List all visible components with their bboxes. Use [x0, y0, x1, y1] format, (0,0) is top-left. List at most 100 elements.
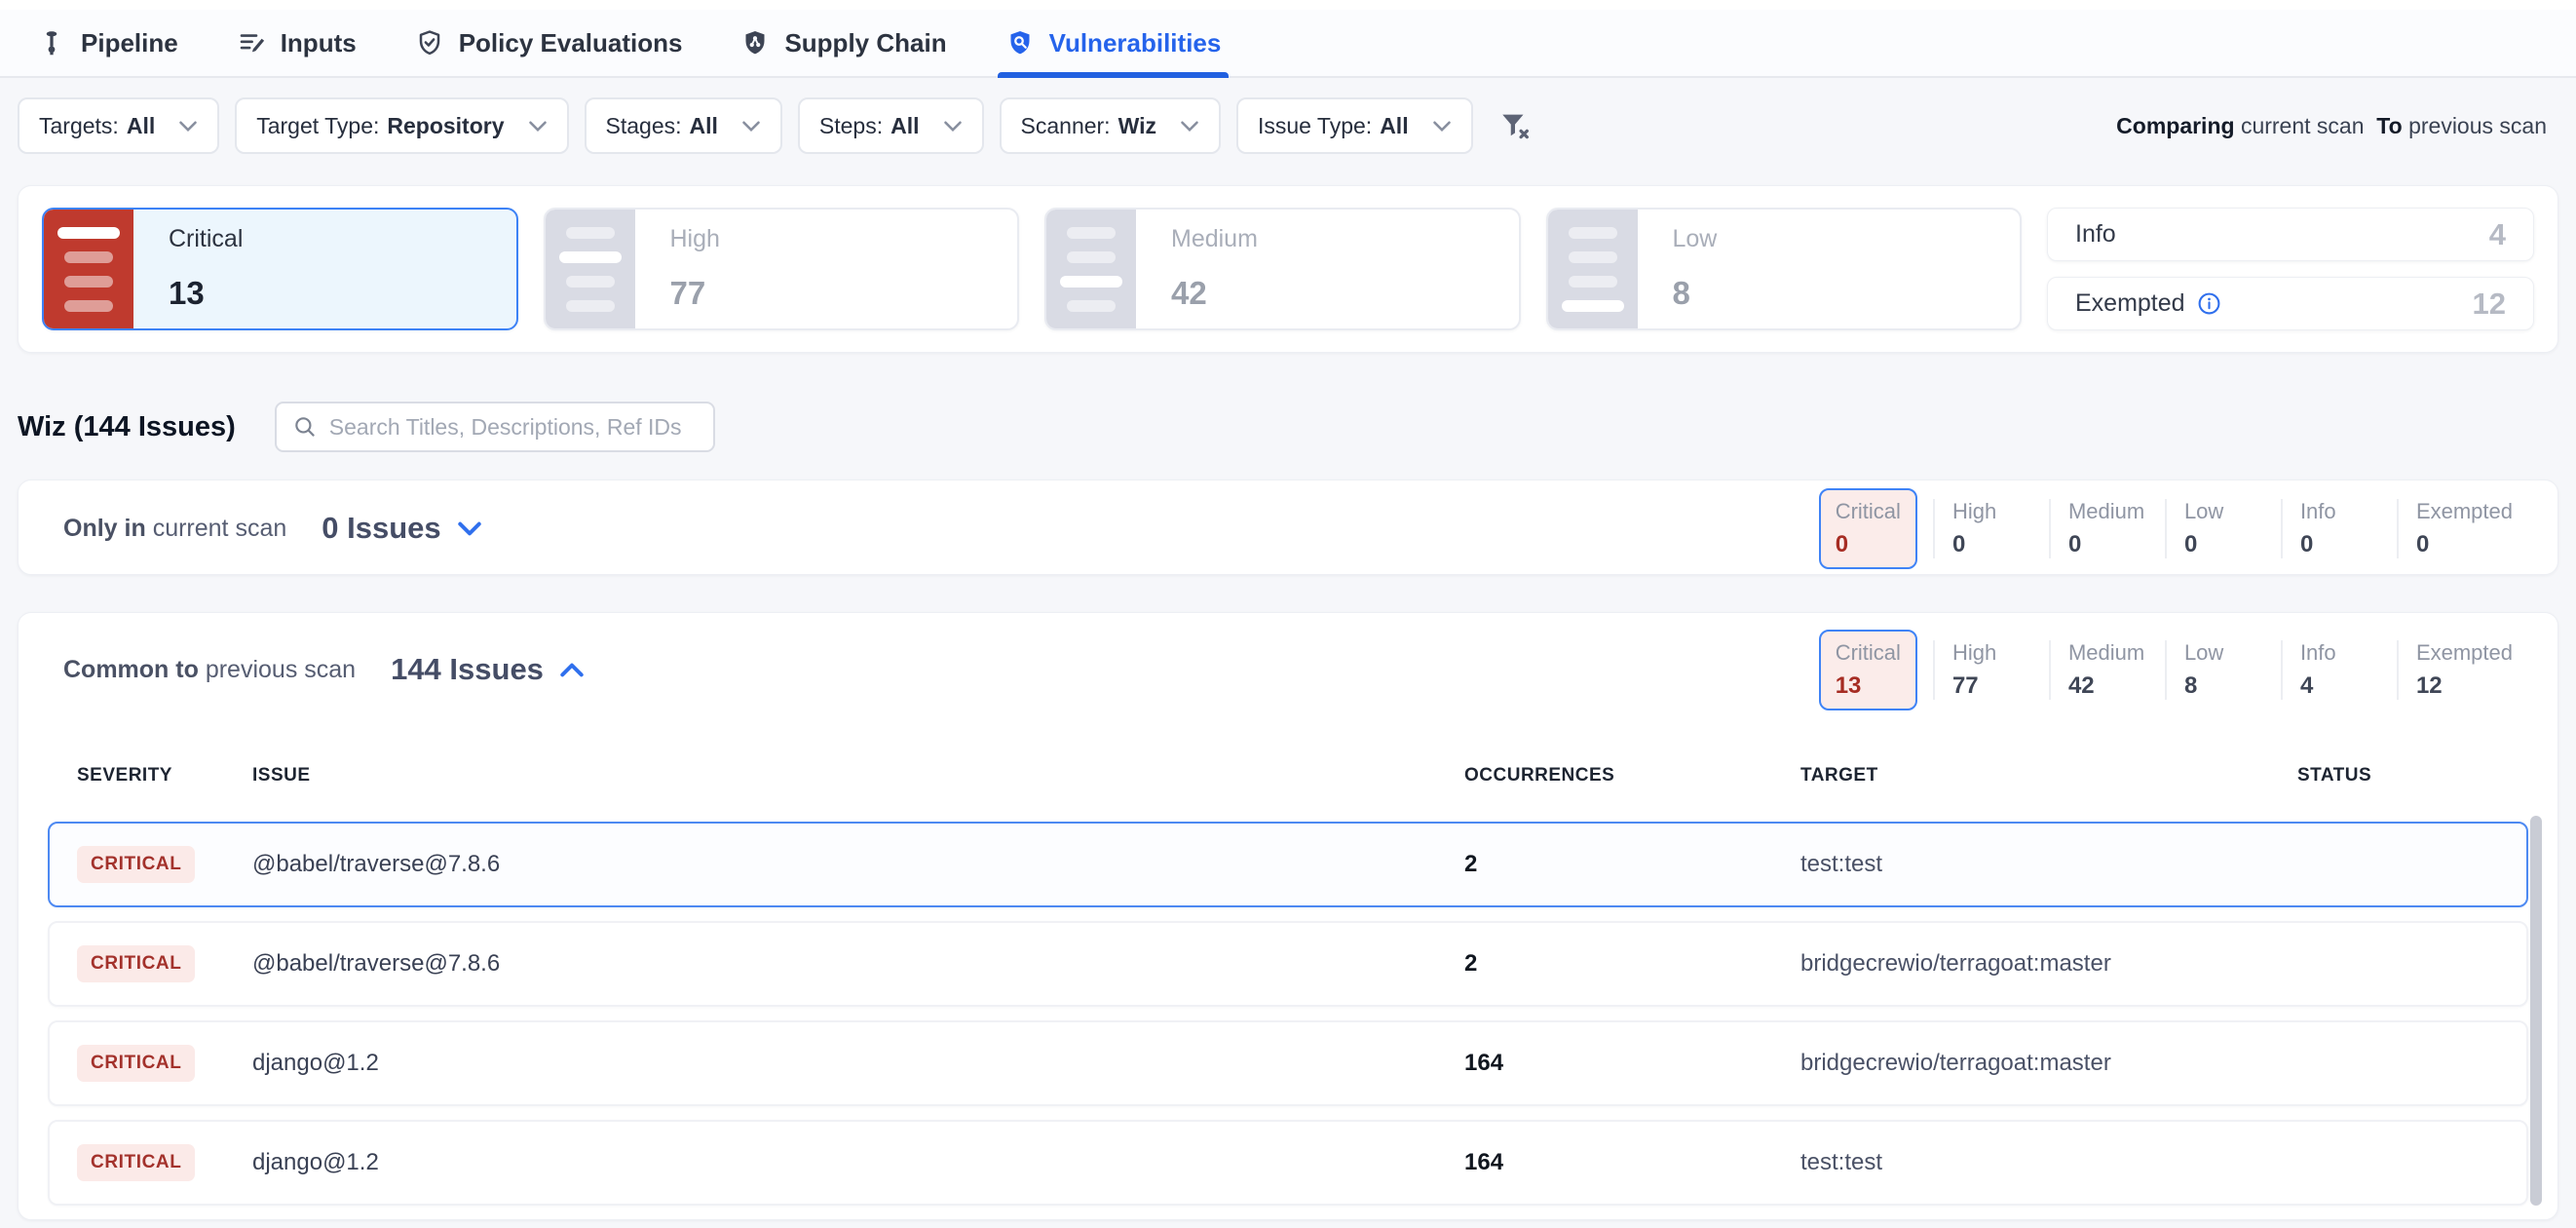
chip-label: Critical [1836, 640, 1901, 666]
section-label-rest: current scan [153, 515, 287, 542]
severity-card-exempted[interactable]: Exempted 12 [2047, 277, 2534, 330]
severity-card-critical[interactable]: Critical 13 [42, 208, 518, 330]
section-label-bold: Only in [63, 515, 146, 542]
issue-cell: @babel/traverse@7.8.6 [252, 950, 1464, 978]
severity-badge: CRITICAL [77, 1144, 195, 1181]
common-to-previous-scan-section: Common to previous scan 144 Issues Criti… [18, 612, 2558, 1220]
section-label: Common to previous scan [63, 656, 356, 684]
col-issue: ISSUE [252, 765, 1464, 787]
tab-label: Pipeline [81, 28, 178, 58]
chip-value: 0 [2184, 531, 2281, 558]
search-input[interactable] [329, 414, 698, 441]
inputs-icon [237, 28, 266, 58]
tab-bar: Pipeline Inputs Policy Evaluations Suppl… [0, 10, 2576, 78]
chip-exempted[interactable]: Exempted 0 [2397, 499, 2513, 558]
filter-value: Repository [387, 113, 504, 139]
severity-card-count: 77 [670, 275, 720, 312]
tab-pipeline[interactable]: Pipeline [37, 10, 178, 76]
chevron-down-icon [178, 120, 198, 133]
chip-medium[interactable]: Medium 42 [2049, 640, 2165, 700]
side-card-label: Exempted [2075, 289, 2185, 318]
chevron-down-icon [943, 120, 963, 133]
severity-rank-icon [1548, 210, 1638, 328]
filter-targets[interactable]: Targets: All [18, 97, 219, 154]
tab-label: Vulnerabilities [1049, 28, 1222, 58]
chip-info[interactable]: Info 0 [2281, 499, 2397, 558]
side-card-column: Info 4 Exempted 12 [2047, 208, 2534, 330]
severity-card-count: 8 [1673, 275, 1718, 312]
filter-label: Stages: [606, 113, 682, 139]
vertical-scrollbar[interactable] [2530, 816, 2542, 1206]
occurrences-cell: 2 [1464, 851, 1800, 878]
severity-card-low[interactable]: Low 8 [1546, 208, 2023, 330]
filter-label: Targets: [39, 113, 119, 139]
chip-label: High [1952, 640, 2049, 666]
filter-value: All [127, 113, 155, 139]
chevron-down-icon[interactable] [457, 520, 482, 537]
filter-target-type[interactable]: Target Type: Repository [235, 97, 568, 154]
chip-value: 4 [2300, 672, 2397, 700]
severity-card-medium[interactable]: Medium 42 [1044, 208, 1521, 330]
severity-card-count: 42 [1171, 275, 1258, 312]
chevron-up-icon[interactable] [559, 662, 585, 678]
section-label: Only in current scan [63, 515, 286, 543]
chip-value: 77 [1952, 672, 2049, 700]
chip-critical[interactable]: Critical 13 [1819, 630, 1917, 710]
chip-medium[interactable]: Medium 0 [2049, 499, 2165, 558]
filter-bar: Targets: All Target Type: Repository Sta… [18, 97, 2547, 154]
info-icon[interactable] [2197, 291, 2221, 316]
severity-summary-panel: Critical 13 High 77 Medium 42 [18, 185, 2558, 353]
chip-label: Low [2184, 499, 2281, 524]
chip-label: Medium [2068, 640, 2165, 666]
current-scan-label: current scan [2241, 113, 2365, 138]
table-row[interactable]: CRITICAL @babel/traverse@7.8.6 2 test:te… [48, 822, 2528, 907]
only-in-issues-toggle[interactable]: 0 Issues [322, 511, 481, 546]
only-in-current-scan-section: Only in current scan 0 Issues Critical 0… [18, 480, 2558, 575]
col-target: TARGET [1800, 765, 2297, 787]
chip-exempted[interactable]: Exempted 12 [2397, 640, 2513, 700]
chip-label: Medium [2068, 499, 2165, 524]
col-status: STATUS [2297, 765, 2528, 787]
tab-inputs[interactable]: Inputs [237, 10, 357, 76]
chip-high[interactable]: High 77 [1933, 640, 2049, 700]
chevron-down-icon [741, 120, 761, 133]
search-box [275, 402, 715, 452]
section-label-bold: Common to [63, 656, 199, 683]
filter-scanner[interactable]: Scanner: Wiz [1000, 97, 1221, 154]
table-row[interactable]: CRITICAL @babel/traverse@7.8.6 2 bridgec… [48, 921, 2528, 1007]
table-row[interactable]: CRITICAL django@1.2 164 test:test [48, 1120, 2528, 1206]
scanner-header-row: Wiz (144 Issues) [18, 402, 715, 452]
filter-stages[interactable]: Stages: All [585, 97, 782, 154]
chip-low[interactable]: Low 0 [2165, 499, 2281, 558]
chip-label: Info [2300, 640, 2397, 666]
tab-vulnerabilities[interactable]: Vulnerabilities [1005, 10, 1222, 76]
occurrences-cell: 2 [1464, 950, 1800, 978]
filter-value: Wiz [1118, 113, 1156, 139]
table-row[interactable]: CRITICAL django@1.2 164 bridgecrewio/ter… [48, 1020, 2528, 1106]
issue-cell: django@1.2 [252, 1149, 1464, 1176]
chip-value: 0 [2300, 531, 2397, 558]
chip-low[interactable]: Low 8 [2165, 640, 2281, 700]
target-cell: bridgecrewio/terragoat:master [1800, 950, 2297, 978]
severity-card-count: 13 [169, 275, 243, 312]
clear-filters-icon[interactable] [1498, 109, 1532, 142]
severity-card-info[interactable]: Info 4 [2047, 208, 2534, 261]
chip-label: Critical [1836, 499, 1901, 524]
chip-critical[interactable]: Critical 0 [1819, 488, 1917, 569]
tab-supply-chain[interactable]: Supply Chain [740, 10, 946, 76]
chip-label: Low [2184, 640, 2281, 666]
tab-label: Inputs [281, 28, 357, 58]
severity-chip-strip: Critical 13 High 77 Medium 42 Low 8 Info [1819, 630, 2513, 710]
vulnerabilities-shield-icon [1005, 28, 1035, 58]
chip-high[interactable]: High 0 [1933, 499, 2049, 558]
chip-info[interactable]: Info 4 [2281, 640, 2397, 700]
common-to-issues-toggle[interactable]: 144 Issues [391, 652, 585, 687]
severity-card-high[interactable]: High 77 [544, 208, 1020, 330]
comparison-label: Comparing current scan To previous scan [2116, 113, 2547, 139]
issue-cell: django@1.2 [252, 1050, 1464, 1077]
filter-steps[interactable]: Steps: All [798, 97, 984, 154]
tab-policy-evaluations[interactable]: Policy Evaluations [415, 10, 683, 76]
severity-card-label: Critical [169, 225, 243, 253]
issues-table-header: SEVERITY ISSUE OCCURRENCES TARGET STATUS [48, 765, 2528, 787]
filter-issue-type[interactable]: Issue Type: All [1236, 97, 1473, 154]
